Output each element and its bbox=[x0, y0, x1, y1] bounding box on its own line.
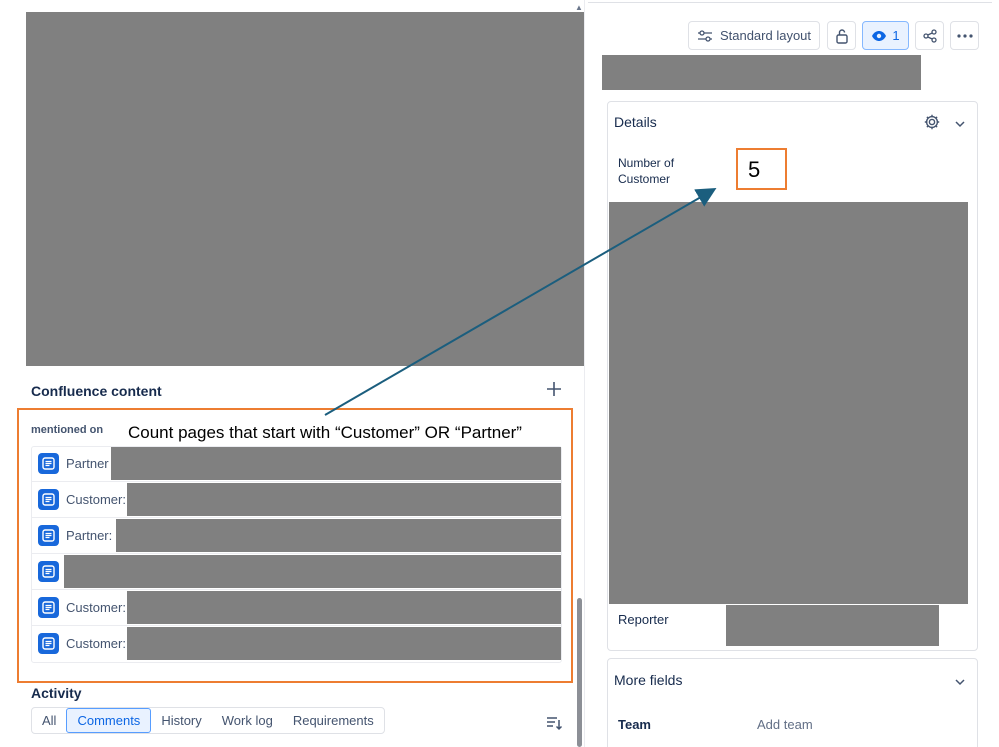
watch-button[interactable]: 1 bbox=[862, 21, 909, 50]
chevron-down-icon[interactable] bbox=[953, 675, 967, 687]
annotation-instruction: Count pages that start with “Customer” O… bbox=[128, 423, 522, 442]
more-icon bbox=[956, 33, 973, 38]
scroll-up-arrow-icon[interactable]: ▲ bbox=[575, 4, 583, 12]
standard-layout-label: Standard layout bbox=[719, 28, 812, 43]
eye-icon bbox=[871, 30, 887, 42]
tab-work-log[interactable]: Work log bbox=[212, 708, 283, 733]
tab-comments[interactable]: Comments bbox=[66, 708, 152, 733]
share-button[interactable] bbox=[915, 21, 944, 50]
add-team-field[interactable]: Add team bbox=[757, 717, 813, 732]
reporter-label: Reporter bbox=[618, 612, 669, 627]
more-actions-button[interactable] bbox=[950, 21, 979, 50]
column-divider bbox=[584, 0, 585, 747]
unlock-icon bbox=[835, 28, 849, 44]
share-icon bbox=[922, 28, 937, 43]
more-fields-title: More fields bbox=[614, 672, 683, 688]
activity-title: Activity bbox=[31, 685, 82, 701]
redacted-main-content bbox=[26, 12, 584, 366]
team-label: Team bbox=[618, 717, 651, 732]
redacted-details-fields bbox=[609, 202, 968, 604]
gear-icon[interactable] bbox=[923, 113, 941, 131]
tab-requirements[interactable]: Requirements bbox=[283, 708, 384, 733]
details-title: Details bbox=[614, 114, 657, 130]
restrict-access-button[interactable] bbox=[827, 21, 856, 50]
redacted-status bbox=[602, 55, 921, 90]
annotation-highlight-box bbox=[17, 408, 573, 683]
watch-count: 1 bbox=[892, 28, 900, 43]
standard-layout-button[interactable]: Standard layout bbox=[688, 21, 820, 50]
redacted-reporter bbox=[726, 605, 939, 646]
chevron-down-icon[interactable] bbox=[953, 117, 967, 129]
add-confluence-content-plus-icon[interactable] bbox=[545, 380, 563, 398]
layout-settings-icon bbox=[697, 29, 713, 43]
number-of-customer-label: Number of Customer bbox=[618, 156, 675, 186]
annotation-answer-box: 5 bbox=[736, 148, 787, 190]
sort-order-icon[interactable] bbox=[545, 714, 563, 732]
top-divider bbox=[588, 2, 992, 3]
activity-tabs: All Comments History Work log Requiremen… bbox=[31, 707, 385, 734]
tab-all[interactable]: All bbox=[32, 708, 66, 733]
confluence-content-title: Confluence content bbox=[31, 383, 162, 399]
tab-history[interactable]: History bbox=[151, 708, 211, 733]
scrollbar-thumb[interactable] bbox=[577, 598, 582, 747]
